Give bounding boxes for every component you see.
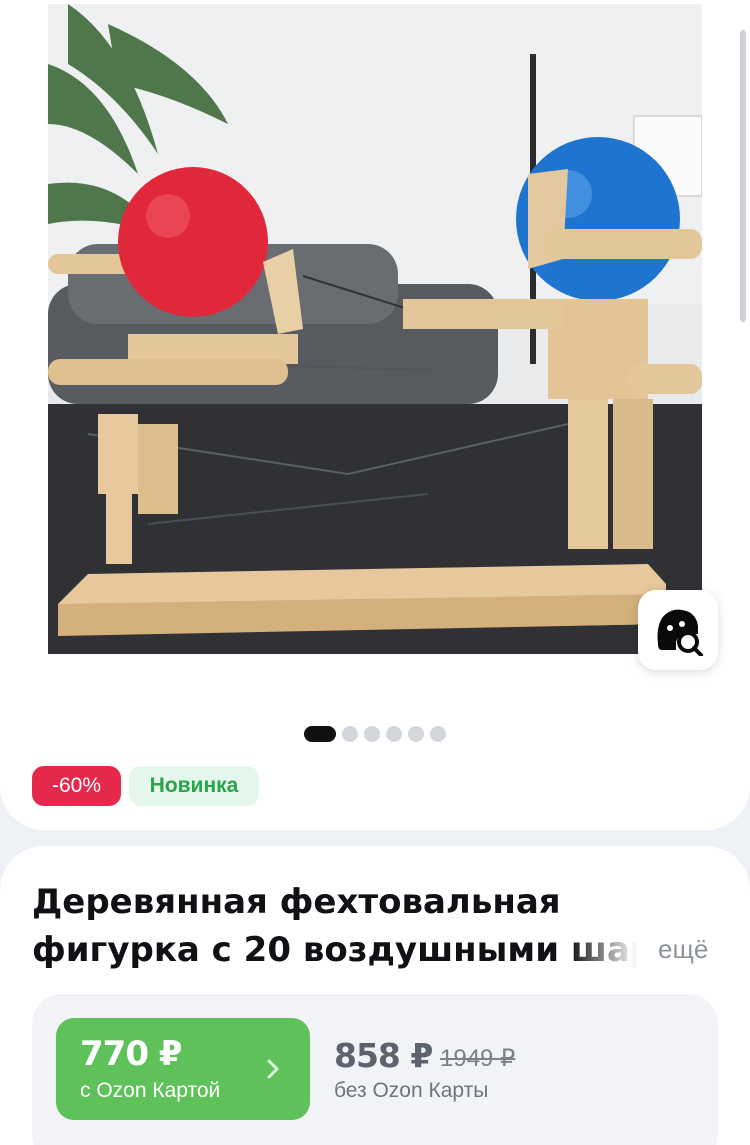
- find-similar-button[interactable]: [638, 590, 718, 670]
- title-fade: [570, 926, 660, 974]
- pagination-dot[interactable]: [386, 726, 402, 742]
- new-badge: Новинка: [129, 766, 259, 806]
- product-title-line-1: Деревянная фехтовальная: [32, 882, 561, 922]
- find-similar-icon: [657, 609, 703, 656]
- regular-price-label: без Ozon Карты: [334, 1079, 489, 1102]
- pagination-dot[interactable]: [364, 726, 380, 742]
- regular-price: 858 ₽: [334, 1036, 433, 1075]
- scrollbar[interactable]: [740, 30, 746, 322]
- product-image[interactable]: [48, 4, 702, 654]
- discount-badge: -60%: [32, 766, 121, 806]
- ozon-card-price: 770 ₽: [80, 1034, 182, 1074]
- product-title[interactable]: Деревянная фехтовальная фигурка с 20 воз…: [32, 878, 638, 974]
- pagination-dot-active[interactable]: [304, 726, 336, 742]
- product-photo-illustration: [48, 4, 702, 654]
- pagination-dot[interactable]: [430, 726, 446, 742]
- pagination-dot[interactable]: [408, 726, 424, 742]
- old-price: 1949 ₽: [440, 1045, 516, 1072]
- gallery-pagination: [304, 726, 446, 742]
- pagination-dot[interactable]: [342, 726, 358, 742]
- gallery-card: -60% Новинка: [0, 0, 750, 830]
- title-more-link[interactable]: ещё: [658, 934, 708, 965]
- ozon-card-price-label: с Ozon Картой: [80, 1079, 221, 1102]
- product-title-line-2: фигурка с 20 воздушными шарами: [32, 930, 638, 970]
- chevron-right-icon: [267, 1059, 279, 1079]
- ozon-card-price-button[interactable]: 770 ₽ с Ozon Картой: [56, 1018, 310, 1120]
